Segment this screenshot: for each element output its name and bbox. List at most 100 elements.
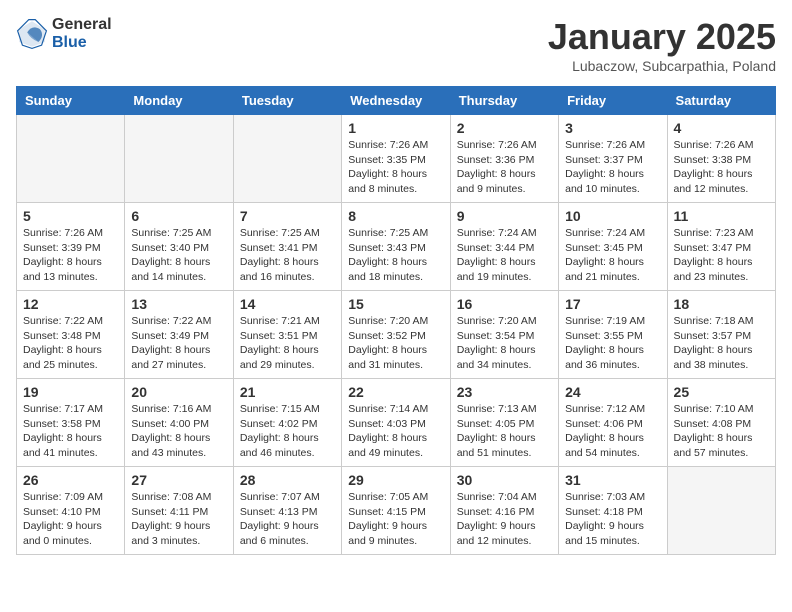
- day-number: 15: [348, 296, 443, 312]
- day-number: 7: [240, 208, 335, 224]
- calendar-cell: 14 Sunrise: 7:21 AM Sunset: 3:51 PM Dayli…: [233, 291, 341, 379]
- day-info: Sunrise: 7:26 AM Sunset: 3:38 PM Dayligh…: [674, 138, 769, 197]
- title-block: January 2025 Lubaczow, Subcarpathia, Pol…: [548, 16, 776, 74]
- weekday-header-thursday: Thursday: [450, 87, 558, 115]
- weekday-header-wednesday: Wednesday: [342, 87, 450, 115]
- day-info: Sunrise: 7:08 AM Sunset: 4:11 PM Dayligh…: [131, 490, 226, 549]
- day-number: 29: [348, 472, 443, 488]
- week-row-5: 26Sunrise: 7:09 AM Sunset: 4:10 PM Dayli…: [17, 467, 776, 555]
- calendar-cell: 30 Sunrise: 7:04 AM Sunset: 4:16 PM Dayli…: [450, 467, 558, 555]
- day-info: Sunrise: 7:24 AM Sunset: 3:45 PM Dayligh…: [565, 226, 660, 285]
- calendar-cell: 11 Sunrise: 7:23 AM Sunset: 3:47 PM Dayli…: [667, 203, 775, 291]
- calendar-cell: [233, 115, 341, 203]
- day-info: Sunrise: 7:13 AM Sunset: 4:05 PM Dayligh…: [457, 402, 552, 461]
- day-number: 28: [240, 472, 335, 488]
- day-info: Sunrise: 7:07 AM Sunset: 4:13 PM Dayligh…: [240, 490, 335, 549]
- weekday-header-sunday: Sunday: [17, 87, 125, 115]
- day-info: Sunrise: 7:22 AM Sunset: 3:48 PM Dayligh…: [23, 314, 118, 373]
- day-number: 12: [23, 296, 118, 312]
- calendar-cell: 12 Sunrise: 7:22 AM Sunset: 3:48 PM Dayli…: [17, 291, 125, 379]
- day-number: 9: [457, 208, 552, 224]
- calendar-cell: 15 Sunrise: 7:20 AM Sunset: 3:52 PM Dayli…: [342, 291, 450, 379]
- day-info: Sunrise: 7:15 AM Sunset: 4:02 PM Dayligh…: [240, 402, 335, 461]
- week-row-1: 1 Sunrise: 7:26 AM Sunset: 3:35 PM Daylig…: [17, 115, 776, 203]
- day-number: 27: [131, 472, 226, 488]
- calendar-cell: 5Sunrise: 7:26 AM Sunset: 3:39 PM Daylig…: [17, 203, 125, 291]
- day-number: 26: [23, 472, 118, 488]
- calendar-cell: 2Sunrise: 7:26 AM Sunset: 3:36 PM Daylig…: [450, 115, 558, 203]
- calendar-cell: 24Sunrise: 7:12 AM Sunset: 4:06 PM Dayli…: [559, 379, 667, 467]
- day-number: 18: [674, 296, 769, 312]
- day-number: 21: [240, 384, 335, 400]
- calendar-cell: 27 Sunrise: 7:08 AM Sunset: 4:11 PM Dayli…: [125, 467, 233, 555]
- calendar-cell: 6 Sunrise: 7:25 AM Sunset: 3:40 PM Daylig…: [125, 203, 233, 291]
- day-info: Sunrise: 7:25 AM Sunset: 3:40 PM Dayligh…: [131, 226, 226, 285]
- day-info: Sunrise: 7:10 AM Sunset: 4:08 PM Dayligh…: [674, 402, 769, 461]
- day-number: 4: [674, 120, 769, 136]
- calendar-cell: 4 Sunrise: 7:26 AM Sunset: 3:38 PM Daylig…: [667, 115, 775, 203]
- weekday-header-tuesday: Tuesday: [233, 87, 341, 115]
- day-info: Sunrise: 7:25 AM Sunset: 3:43 PM Dayligh…: [348, 226, 443, 285]
- day-number: 3: [565, 120, 660, 136]
- day-number: 8: [348, 208, 443, 224]
- weekday-header-saturday: Saturday: [667, 87, 775, 115]
- calendar-cell: 18Sunrise: 7:18 AM Sunset: 3:57 PM Dayli…: [667, 291, 775, 379]
- day-number: 16: [457, 296, 552, 312]
- day-info: Sunrise: 7:20 AM Sunset: 3:52 PM Dayligh…: [348, 314, 443, 373]
- month-title: January 2025: [548, 16, 776, 58]
- day-info: Sunrise: 7:26 AM Sunset: 3:36 PM Dayligh…: [457, 138, 552, 197]
- day-info: Sunrise: 7:23 AM Sunset: 3:47 PM Dayligh…: [674, 226, 769, 285]
- logo-blue-text: Blue: [52, 34, 112, 52]
- day-number: 19: [23, 384, 118, 400]
- logo-text: General Blue: [52, 16, 112, 52]
- logo-general-text: General: [52, 16, 112, 34]
- calendar-cell: 23Sunrise: 7:13 AM Sunset: 4:05 PM Dayli…: [450, 379, 558, 467]
- weekday-header-friday: Friday: [559, 87, 667, 115]
- day-info: Sunrise: 7:03 AM Sunset: 4:18 PM Dayligh…: [565, 490, 660, 549]
- logo-icon: [16, 18, 48, 50]
- calendar-table: SundayMondayTuesdayWednesdayThursdayFrid…: [16, 86, 776, 555]
- day-number: 20: [131, 384, 226, 400]
- day-info: Sunrise: 7:19 AM Sunset: 3:55 PM Dayligh…: [565, 314, 660, 373]
- day-number: 6: [131, 208, 226, 224]
- day-number: 30: [457, 472, 552, 488]
- weekday-header-row: SundayMondayTuesdayWednesdayThursdayFrid…: [17, 87, 776, 115]
- calendar-cell: 20 Sunrise: 7:16 AM Sunset: 4:00 PM Dayli…: [125, 379, 233, 467]
- calendar-cell: 13 Sunrise: 7:22 AM Sunset: 3:49 PM Dayli…: [125, 291, 233, 379]
- day-info: Sunrise: 7:26 AM Sunset: 3:35 PM Dayligh…: [348, 138, 443, 197]
- calendar-cell: 28 Sunrise: 7:07 AM Sunset: 4:13 PM Dayli…: [233, 467, 341, 555]
- day-info: Sunrise: 7:25 AM Sunset: 3:41 PM Dayligh…: [240, 226, 335, 285]
- day-number: 11: [674, 208, 769, 224]
- day-info: Sunrise: 7:22 AM Sunset: 3:49 PM Dayligh…: [131, 314, 226, 373]
- week-row-2: 5Sunrise: 7:26 AM Sunset: 3:39 PM Daylig…: [17, 203, 776, 291]
- day-number: 1: [348, 120, 443, 136]
- calendar-cell: [125, 115, 233, 203]
- day-info: Sunrise: 7:21 AM Sunset: 3:51 PM Dayligh…: [240, 314, 335, 373]
- calendar-cell: 26Sunrise: 7:09 AM Sunset: 4:10 PM Dayli…: [17, 467, 125, 555]
- calendar-cell: 8 Sunrise: 7:25 AM Sunset: 3:43 PM Daylig…: [342, 203, 450, 291]
- day-info: Sunrise: 7:17 AM Sunset: 3:58 PM Dayligh…: [23, 402, 118, 461]
- calendar-cell: 16Sunrise: 7:20 AM Sunset: 3:54 PM Dayli…: [450, 291, 558, 379]
- day-info: Sunrise: 7:05 AM Sunset: 4:15 PM Dayligh…: [348, 490, 443, 549]
- day-info: Sunrise: 7:16 AM Sunset: 4:00 PM Dayligh…: [131, 402, 226, 461]
- calendar-cell: [17, 115, 125, 203]
- calendar-cell: 19 Sunrise: 7:17 AM Sunset: 3:58 PM Dayli…: [17, 379, 125, 467]
- calendar-cell: 3 Sunrise: 7:26 AM Sunset: 3:37 PM Daylig…: [559, 115, 667, 203]
- day-number: 24: [565, 384, 660, 400]
- calendar-cell: 25Sunrise: 7:10 AM Sunset: 4:08 PM Dayli…: [667, 379, 775, 467]
- calendar-cell: 9 Sunrise: 7:24 AM Sunset: 3:44 PM Daylig…: [450, 203, 558, 291]
- logo: General Blue: [16, 16, 112, 52]
- calendar-cell: 10Sunrise: 7:24 AM Sunset: 3:45 PM Dayli…: [559, 203, 667, 291]
- day-info: Sunrise: 7:04 AM Sunset: 4:16 PM Dayligh…: [457, 490, 552, 549]
- weekday-header-monday: Monday: [125, 87, 233, 115]
- day-number: 22: [348, 384, 443, 400]
- calendar-cell: [667, 467, 775, 555]
- calendar-cell: 31Sunrise: 7:03 AM Sunset: 4:18 PM Dayli…: [559, 467, 667, 555]
- day-info: Sunrise: 7:26 AM Sunset: 3:39 PM Dayligh…: [23, 226, 118, 285]
- day-number: 14: [240, 296, 335, 312]
- day-info: Sunrise: 7:24 AM Sunset: 3:44 PM Dayligh…: [457, 226, 552, 285]
- day-info: Sunrise: 7:26 AM Sunset: 3:37 PM Dayligh…: [565, 138, 660, 197]
- day-number: 13: [131, 296, 226, 312]
- calendar-cell: 29 Sunrise: 7:05 AM Sunset: 4:15 PM Dayli…: [342, 467, 450, 555]
- page-header: General Blue January 2025 Lubaczow, Subc…: [16, 16, 776, 74]
